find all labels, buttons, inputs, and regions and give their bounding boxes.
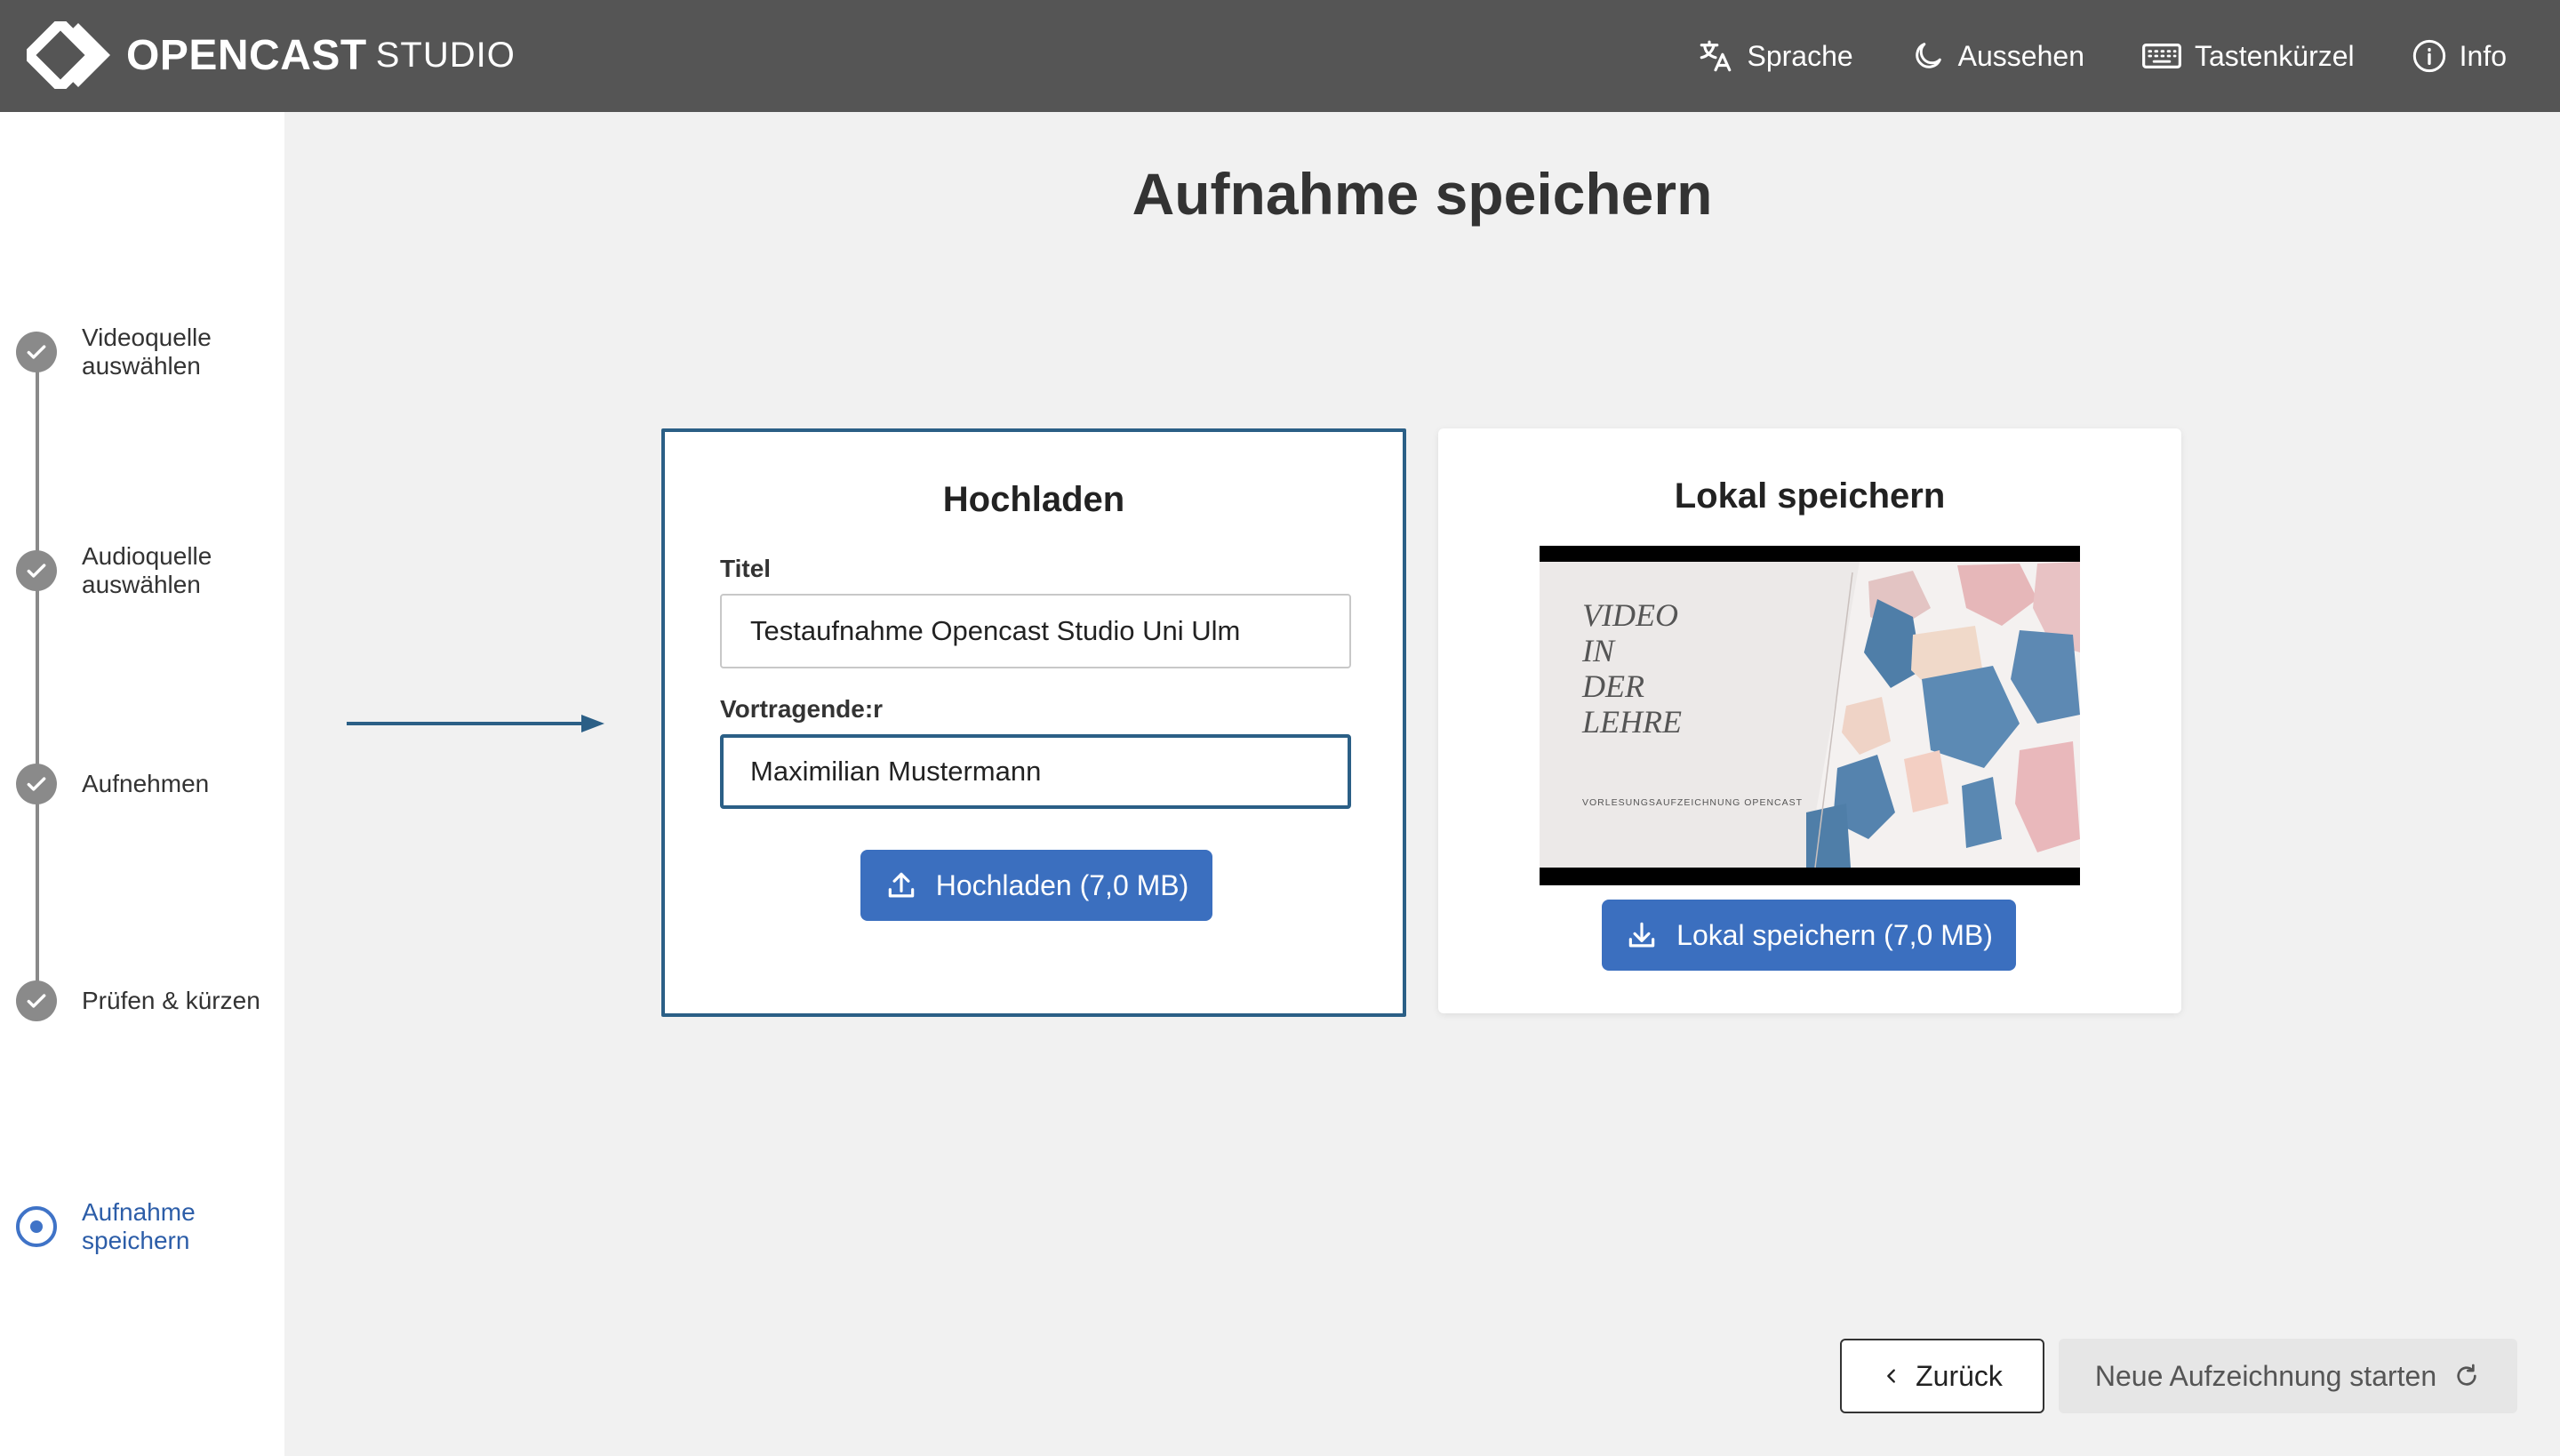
check-icon xyxy=(27,994,46,1008)
thumbnail-text-line2: IN xyxy=(1581,633,1616,668)
chevron-left-icon xyxy=(1887,1369,1896,1383)
header-nav: Sprache Aussehen Tastenkürzel Info xyxy=(1640,0,2507,112)
thumbnail-caption: VORLESUNGSAUFZEICHNUNG OPENCAST xyxy=(1582,797,1803,808)
keyboard-icon xyxy=(2142,44,2181,68)
thumbnail-text-line4: LEHRE xyxy=(1581,704,1682,740)
nav-appearance-label: Aussehen xyxy=(1957,39,2084,72)
arrow-right-icon xyxy=(347,715,604,732)
thumbnail-text-line3: DER xyxy=(1581,668,1644,704)
upload-button[interactable]: Hochladen (7,0 MB) xyxy=(860,850,1212,921)
refresh-icon xyxy=(2457,1364,2476,1386)
new-recording-button[interactable]: Neue Aufzeichnung starten xyxy=(2059,1339,2517,1413)
upload-card: Hochladen Titel Vortragende:r Hochladen … xyxy=(661,428,1406,1017)
video-thumbnail: VIDEO IN DER LEHRE VORLESUNGSAUFZEICHNUN… xyxy=(1540,546,2080,885)
title-input[interactable] xyxy=(720,594,1351,668)
upload-card-title: Hochladen xyxy=(942,480,1125,519)
nav-shortcuts-button[interactable]: Tastenkürzel xyxy=(2141,38,2355,74)
moon-icon xyxy=(1915,43,1941,68)
step-label: Videoquelle auswählen xyxy=(82,324,212,380)
step-sidebar: Videoquelle auswählen Audioquelle auswäh… xyxy=(0,112,284,1456)
check-icon xyxy=(27,777,46,791)
translate-icon xyxy=(1700,40,1732,72)
step-active-indicator xyxy=(16,1206,57,1247)
top-header: OPENCAST STUDIO Sprache Aussehen Tastenk… xyxy=(0,0,2560,112)
step-review-trim[interactable]: Prüfen & kürzen xyxy=(16,980,260,1021)
upload-button-label: Hochladen (7,0 MB) xyxy=(935,868,1189,901)
step-label: Aufnehmen xyxy=(82,770,210,797)
step-save-recording[interactable]: Aufnahme speichern xyxy=(16,1198,224,1255)
step-label: Prüfen & kürzen xyxy=(82,987,260,1014)
download-icon xyxy=(1628,922,1655,948)
opencast-logo[interactable]: OPENCAST STUDIO xyxy=(27,21,516,89)
step-done-indicator xyxy=(16,550,57,591)
page-title: Aufnahme speichern xyxy=(1132,161,1713,227)
upload-icon xyxy=(888,872,914,898)
back-button-label: Zurück xyxy=(1916,1359,2003,1392)
save-locally-button-label: Lokal speichern (7,0 MB) xyxy=(1676,918,1993,951)
info-icon xyxy=(2412,39,2445,73)
nav-shortcuts-label: Tastenkürzel xyxy=(2194,39,2355,72)
video-thumbnail-image: VIDEO IN DER LEHRE VORLESUNGSAUFZEICHNUN… xyxy=(1540,546,2080,885)
step-audio-source[interactable]: Audioquelle auswählen xyxy=(16,542,224,599)
logo-text: OPENCAST xyxy=(126,31,367,79)
nav-language-label: Sprache xyxy=(1747,39,1853,72)
presenter-field-label: Vortragende:r xyxy=(720,695,884,723)
nav-info-button[interactable]: Info xyxy=(2412,38,2507,74)
step-video-source[interactable]: Videoquelle auswählen xyxy=(16,324,224,380)
title-field-label: Titel xyxy=(720,555,772,582)
save-locally-button[interactable]: Lokal speichern (7,0 MB) xyxy=(1602,900,2016,971)
check-icon xyxy=(27,345,46,359)
new-recording-button-label: Neue Aufzeichnung starten xyxy=(2094,1359,2437,1392)
presenter-input[interactable] xyxy=(720,734,1351,809)
opencast-logo-icon xyxy=(27,21,110,89)
check-icon xyxy=(27,564,46,578)
nav-language-button[interactable]: Sprache xyxy=(1697,37,1853,75)
local-save-card: Lokal speichern VIDEO IN DER LEHRE VORLE… xyxy=(1438,428,2181,1013)
logo-subtext: STUDIO xyxy=(375,35,516,75)
local-card-title: Lokal speichern xyxy=(1674,476,1946,516)
nav-info-label: Info xyxy=(2459,39,2507,72)
thumbnail-text-line1: VIDEO xyxy=(1582,597,1678,633)
stepper-line xyxy=(36,366,39,985)
back-button[interactable]: Zurück xyxy=(1840,1339,2044,1413)
step-done-indicator xyxy=(16,332,57,372)
step-done-indicator xyxy=(16,764,57,804)
step-label: Aufnahme speichern xyxy=(82,1198,196,1254)
step-label: Audioquelle auswählen xyxy=(82,542,212,598)
step-done-indicator xyxy=(16,980,57,1021)
step-record[interactable]: Aufnehmen xyxy=(16,764,209,804)
nav-appearance-button[interactable]: Aussehen xyxy=(1910,38,2084,74)
